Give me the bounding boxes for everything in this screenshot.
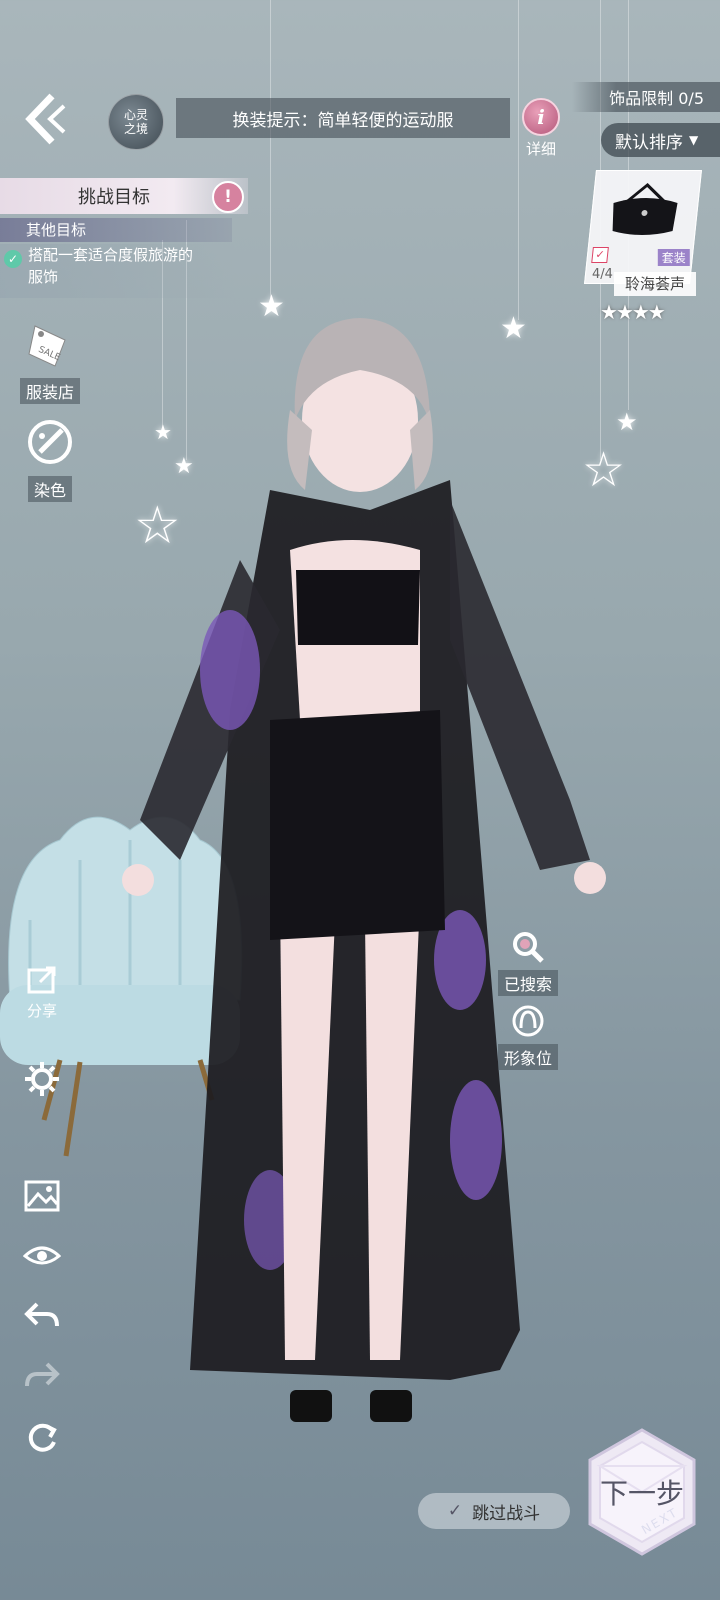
image-slot-button[interactable]: 形象位 bbox=[488, 1004, 568, 1070]
double-check-icon: ✓ bbox=[447, 1501, 463, 1521]
challenge-goal-header[interactable]: 挑战目标 ! bbox=[0, 178, 248, 214]
back-icon bbox=[25, 93, 66, 145]
character-model bbox=[122, 318, 606, 1422]
share-label: 分享 bbox=[26, 1002, 57, 1020]
undo-icon bbox=[24, 1302, 59, 1327]
star-icon: ★ bbox=[600, 300, 618, 324]
star-icon: ★ bbox=[631, 300, 650, 324]
goal-line-2: 服饰 bbox=[28, 268, 59, 286]
item-name: 聆海荟声 bbox=[614, 272, 696, 296]
challenge-title: 挑战目标 bbox=[78, 187, 150, 208]
alert-icon[interactable]: ! bbox=[212, 181, 244, 213]
share-button[interactable]: 分享 bbox=[20, 964, 64, 1021]
image-slot-label: 形象位 bbox=[497, 1044, 558, 1070]
clothing-shop-label: 服装店 bbox=[19, 378, 80, 404]
searched-label: 已搜索 bbox=[497, 970, 558, 996]
outfit-hint-text: 换装提示：简单轻便的运动服 bbox=[232, 110, 454, 131]
hide-ui-button[interactable] bbox=[22, 1240, 62, 1280]
equipped-check-icon: ✓ bbox=[591, 247, 609, 263]
detail-label: 详细 bbox=[525, 140, 556, 158]
accessory-limit-text: 饰品限制 0/5 bbox=[609, 89, 704, 108]
redo-button[interactable] bbox=[22, 1360, 62, 1400]
info-icon: i bbox=[522, 98, 560, 136]
goal-line-1: 搭配一套适合度假旅游的 bbox=[28, 246, 194, 264]
eye-icon bbox=[22, 1246, 62, 1265]
searched-button[interactable]: 已搜索 bbox=[488, 930, 568, 996]
check-icon: ✓ bbox=[4, 250, 22, 268]
set-tag: 套装 bbox=[657, 249, 690, 266]
portrait-icon bbox=[512, 1005, 544, 1037]
next-step-button[interactable]: 下一步 NEXT bbox=[586, 1428, 698, 1556]
reset-icon bbox=[28, 1423, 57, 1452]
palette-icon bbox=[28, 420, 72, 464]
skip-battle-label: 跳过战斗 bbox=[472, 1503, 541, 1524]
star-icon: ★ bbox=[615, 300, 634, 324]
image-icon bbox=[24, 1180, 60, 1212]
reset-button[interactable] bbox=[22, 1420, 62, 1460]
outfit-hint-bar: 换装提示：简单轻便的运动服 bbox=[176, 98, 510, 138]
next-step-label: 下一步 bbox=[599, 1477, 684, 1510]
sale-tag-icon: SALE bbox=[28, 325, 66, 367]
skip-battle-button[interactable]: ✓ 跳过战斗 bbox=[418, 1493, 570, 1529]
goal-description: 搭配一套适合度假旅游的 服饰 bbox=[0, 244, 236, 298]
sort-label: 默认排序 bbox=[615, 132, 683, 153]
undo-button[interactable] bbox=[22, 1300, 62, 1340]
rating-stars: ★★★★ bbox=[600, 300, 700, 324]
settings-icon bbox=[25, 1062, 59, 1096]
other-goal-label: 其他目标 bbox=[0, 218, 232, 242]
clothing-shop-button[interactable]: SALE 服装店 bbox=[14, 316, 86, 404]
photo-button[interactable] bbox=[22, 1180, 62, 1220]
share-icon bbox=[27, 966, 56, 994]
outfit-item-card[interactable]: ✓ 套装 4/4 bbox=[584, 170, 702, 284]
spirit-realm-badge[interactable]: 心灵 之境 bbox=[108, 94, 164, 150]
back-button[interactable] bbox=[22, 90, 70, 148]
sort-dropdown[interactable]: 默认排序 ▼ bbox=[601, 123, 720, 157]
redo-icon bbox=[25, 1362, 60, 1387]
dye-label: 染色 bbox=[27, 476, 72, 502]
spirit-badge-label: 心灵 之境 bbox=[123, 108, 148, 136]
top-garment-thumbnail bbox=[612, 183, 678, 235]
settings-button[interactable] bbox=[22, 1060, 62, 1100]
set-count: 4/4 bbox=[592, 267, 613, 282]
search-icon bbox=[513, 932, 544, 963]
star-icon: ★ bbox=[647, 300, 666, 324]
dye-button[interactable]: 染色 bbox=[14, 416, 86, 502]
decor-star: ★ bbox=[616, 408, 638, 436]
detail-button[interactable]: i 详细 bbox=[517, 98, 565, 158]
chevron-down-icon: ▼ bbox=[689, 133, 699, 147]
accessory-limit: 饰品限制 0/5 bbox=[572, 82, 720, 112]
